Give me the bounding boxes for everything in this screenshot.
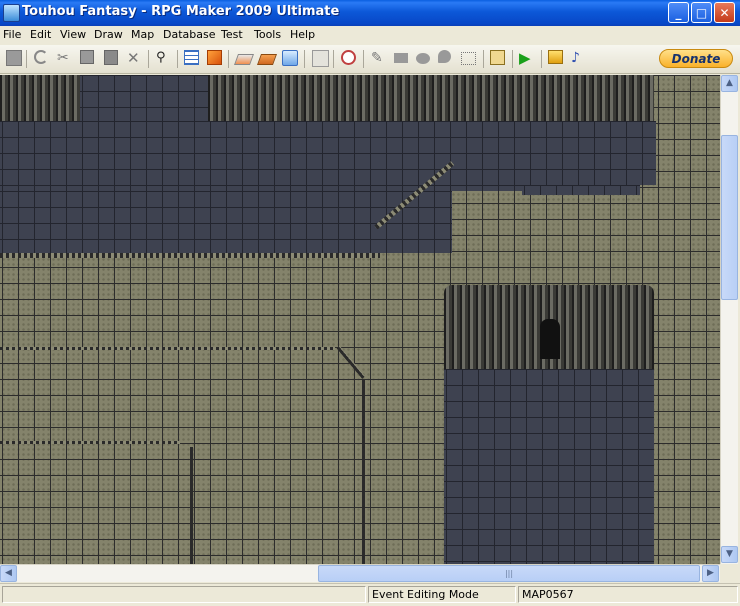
menu-draw[interactable]: Draw bbox=[94, 28, 123, 41]
map-path-edge bbox=[0, 347, 335, 350]
copy-icon[interactable] bbox=[80, 50, 94, 64]
menu-tools[interactable]: Tools bbox=[254, 28, 281, 41]
paste-icon[interactable] bbox=[104, 50, 118, 65]
toolbar-separator bbox=[363, 50, 364, 68]
map-path-edge bbox=[362, 380, 365, 564]
resource-manager-icon[interactable] bbox=[548, 50, 563, 64]
event-layer-icon[interactable] bbox=[282, 50, 298, 66]
map-zoom-icon[interactable] bbox=[312, 50, 329, 67]
toolbar-separator bbox=[304, 50, 305, 68]
status-mode: Event Editing Mode bbox=[368, 586, 516, 603]
status-bar: Event Editing Mode MAP0567 bbox=[0, 583, 740, 606]
horizontal-scroll-thumb[interactable]: ||| bbox=[318, 565, 700, 582]
pencil-icon[interactable]: ✎ bbox=[371, 50, 387, 66]
toolbar-separator bbox=[541, 50, 542, 68]
toolbar-separator bbox=[512, 50, 513, 68]
menu-map[interactable]: Map bbox=[131, 28, 154, 41]
toolbar: ✂ ✕ ⚲ ✎ ▶ ♪ Donate bbox=[0, 45, 740, 74]
map-path-edge bbox=[190, 447, 193, 564]
database-icon[interactable] bbox=[184, 50, 199, 65]
map-dark-floor bbox=[444, 369, 654, 564]
donate-button[interactable]: Donate bbox=[659, 49, 733, 68]
script-icon[interactable] bbox=[490, 50, 505, 65]
rectangle-icon[interactable] bbox=[394, 53, 408, 63]
material-icon[interactable] bbox=[207, 50, 222, 65]
title-bar: Touhou Fantasy - RPG Maker 2009 Ultimate… bbox=[0, 0, 740, 26]
map-canvas[interactable] bbox=[0, 75, 720, 564]
toolbar-separator bbox=[148, 50, 149, 68]
map-dark-floor bbox=[0, 121, 656, 185]
find-icon[interactable]: ⚲ bbox=[156, 50, 172, 66]
maximize-button[interactable]: □ bbox=[691, 2, 712, 23]
scroll-left-button[interactable]: ◀ bbox=[0, 565, 17, 582]
app-icon bbox=[3, 4, 20, 22]
map-wall bbox=[0, 75, 80, 121]
cut-icon[interactable]: ✂ bbox=[57, 50, 73, 66]
play-test-icon[interactable]: ▶ bbox=[519, 50, 535, 66]
music-icon[interactable]: ♪ bbox=[571, 50, 587, 66]
delete-icon[interactable]: ✕ bbox=[127, 50, 143, 66]
undo-icon[interactable] bbox=[34, 50, 48, 64]
map-dark-floor bbox=[80, 75, 208, 121]
sound-test-icon[interactable] bbox=[341, 50, 356, 65]
map-door bbox=[540, 319, 560, 359]
menu-database[interactable]: Database bbox=[163, 28, 216, 41]
map-path-edge bbox=[336, 345, 366, 379]
lower-layer-icon[interactable] bbox=[233, 54, 255, 65]
map-wall bbox=[208, 75, 654, 123]
menu-view[interactable]: View bbox=[60, 28, 86, 41]
status-blank bbox=[2, 586, 366, 603]
vertical-scrollbar[interactable]: ▲ ▼ bbox=[720, 75, 738, 564]
toolbar-separator bbox=[483, 50, 484, 68]
status-map-id: MAP0567 bbox=[518, 586, 738, 603]
menu-edit[interactable]: Edit bbox=[30, 28, 51, 41]
toolbar-separator bbox=[177, 50, 178, 68]
upper-layer-icon[interactable] bbox=[256, 54, 278, 65]
toolbar-separator bbox=[228, 50, 229, 68]
toolbar-separator bbox=[333, 50, 334, 68]
menu-file[interactable]: File bbox=[3, 28, 21, 41]
menu-bar: File Edit View Draw Map Database Test To… bbox=[0, 26, 740, 44]
scroll-right-button[interactable]: ▶ bbox=[702, 565, 719, 582]
scroll-corner bbox=[720, 564, 740, 582]
map-ledge bbox=[0, 253, 380, 258]
menu-test[interactable]: Test bbox=[221, 28, 243, 41]
map-dark-floor bbox=[522, 185, 640, 195]
window-title: Touhou Fantasy - RPG Maker 2009 Ultimate bbox=[22, 4, 340, 19]
scroll-up-button[interactable]: ▲ bbox=[721, 75, 738, 92]
horizontal-scrollbar[interactable]: ◀ ||| ▶ bbox=[0, 564, 720, 582]
new-project-icon[interactable] bbox=[6, 50, 22, 66]
scroll-down-button[interactable]: ▼ bbox=[721, 546, 738, 563]
fill-icon[interactable] bbox=[438, 50, 451, 63]
toolbar-separator bbox=[26, 50, 27, 68]
vertical-scroll-thumb[interactable] bbox=[721, 135, 738, 300]
close-button[interactable]: ✕ bbox=[714, 2, 735, 23]
ellipse-icon[interactable] bbox=[416, 53, 430, 64]
menu-help[interactable]: Help bbox=[290, 28, 315, 41]
select-icon[interactable] bbox=[461, 52, 476, 65]
minimize-button[interactable]: _ bbox=[668, 2, 689, 23]
map-path-edge bbox=[0, 441, 180, 444]
